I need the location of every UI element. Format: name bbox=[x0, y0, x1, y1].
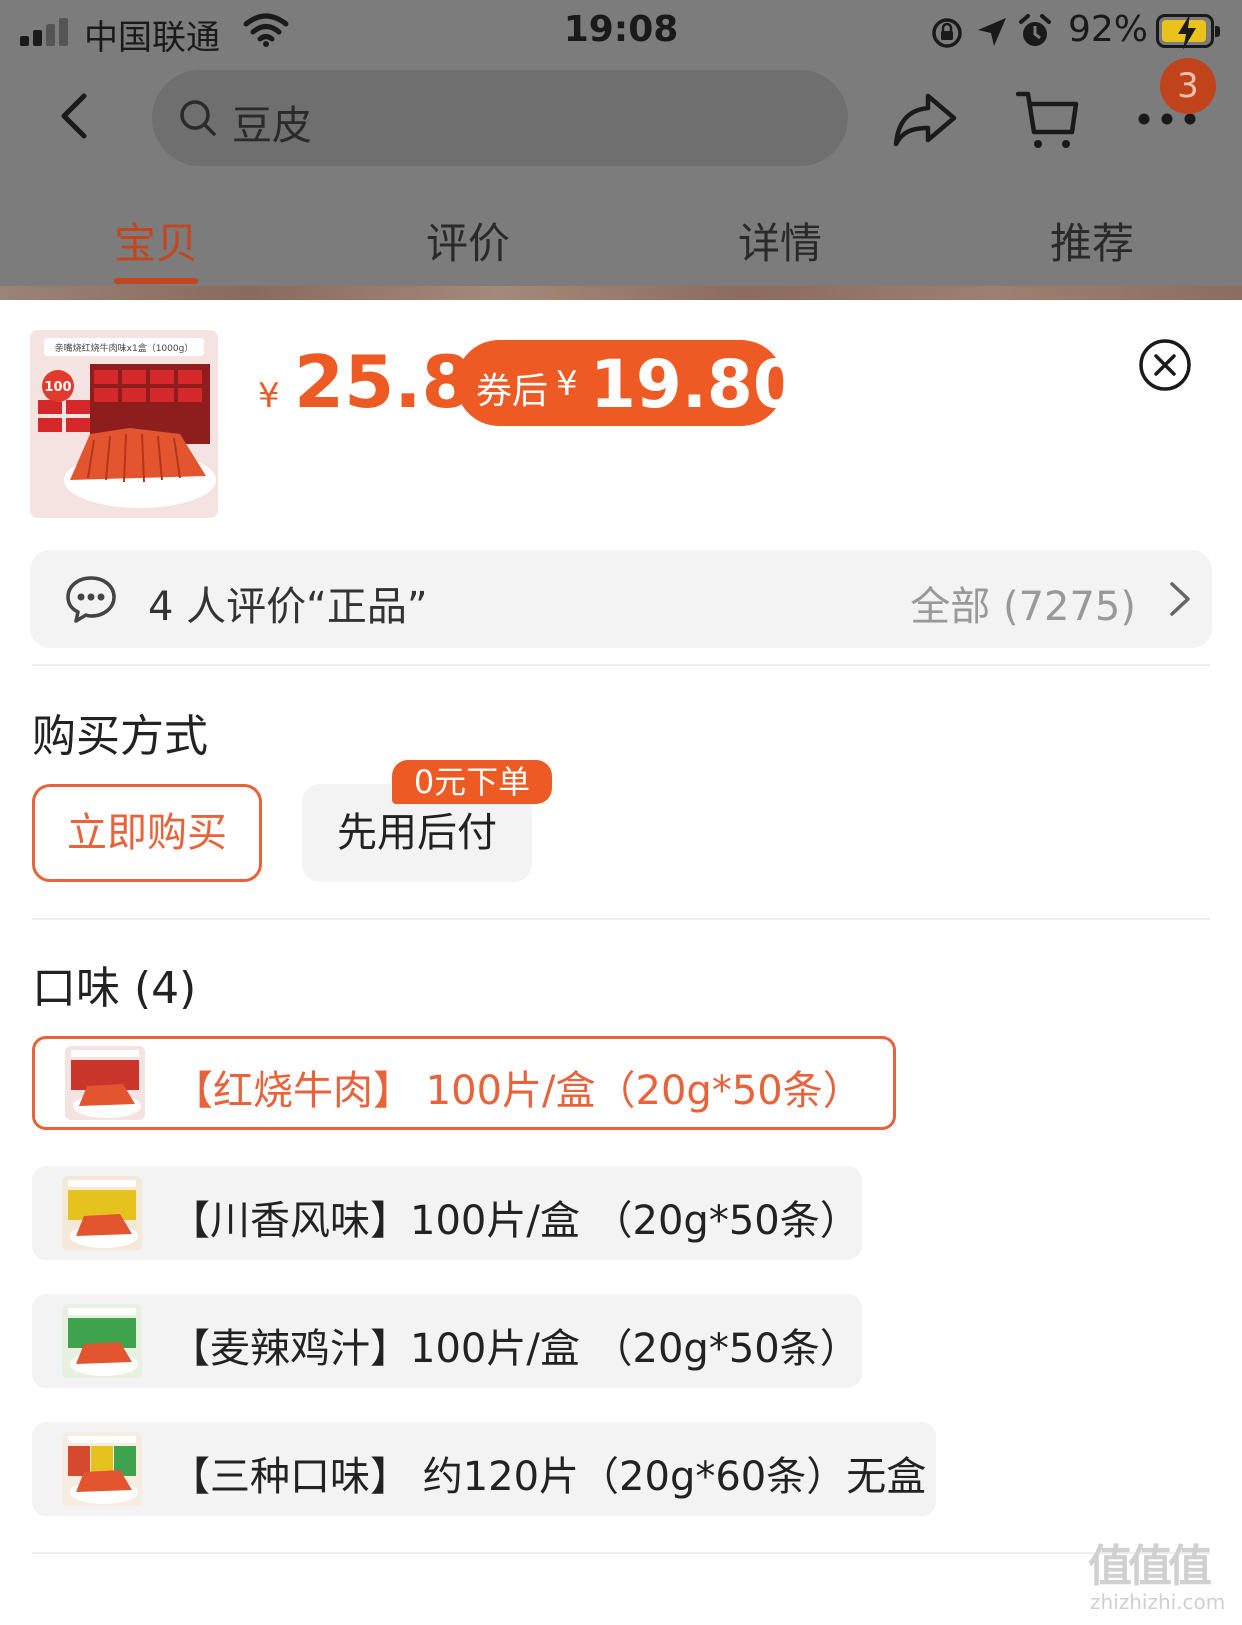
tab-baobei[interactable]: 宝贝 bbox=[76, 210, 236, 271]
flavor-thumbnail bbox=[62, 1176, 142, 1250]
currency-symbol: ¥ bbox=[258, 376, 280, 416]
svg-text:亲嘴烧红烧牛肉味x1盒（1000g）: 亲嘴烧红烧牛肉味x1盒（1000g） bbox=[55, 342, 194, 354]
search-query: 豆皮 bbox=[232, 103, 312, 149]
flavor-option[interactable]: 【三种口味】 约120片（20g*60条）无盒 bbox=[32, 1422, 936, 1516]
search-input[interactable]: 豆皮 bbox=[152, 70, 848, 166]
rotation-lock-icon bbox=[932, 18, 962, 48]
watermark-logo: 值值值 bbox=[1088, 1541, 1212, 1592]
flavor-option[interactable]: 【川香风味】100片/盒 （20g*50条） bbox=[32, 1166, 862, 1260]
coupon-label: 券后 bbox=[476, 371, 549, 412]
flavor-label: 【川香风味】100片/盒 （20g*50条） bbox=[170, 1198, 860, 1244]
flavor-thumbnail bbox=[62, 1432, 142, 1506]
divider bbox=[32, 664, 1210, 666]
flavor-label: 【三种口味】 约120片（20g*60条）无盒 bbox=[170, 1454, 927, 1500]
chat-bubble-icon bbox=[66, 576, 116, 623]
notification-count-badge: 3 bbox=[1160, 58, 1216, 114]
alarm-icon bbox=[1019, 14, 1051, 46]
coupon-price: 19.80 bbox=[590, 346, 799, 423]
flavor-option[interactable]: 【红烧牛肉】 100片/盒（20g*50条） bbox=[32, 1036, 896, 1130]
product-thumbnail[interactable]: 亲嘴烧红烧牛肉味x1盒（1000g） 100 bbox=[30, 330, 218, 518]
tab-reviews[interactable]: 评价 bbox=[388, 210, 548, 271]
flavor-title: 口味 (4) bbox=[32, 963, 197, 1014]
location-icon bbox=[978, 18, 1006, 46]
flavor-label: 【麦辣鸡汁】100片/盒 （20g*50条） bbox=[170, 1326, 860, 1372]
svg-text:100: 100 bbox=[44, 380, 71, 395]
chevron-right-icon bbox=[1170, 582, 1190, 616]
coupon-currency: ¥ bbox=[556, 364, 578, 404]
sku-selection-sheet: 亲嘴烧红烧牛肉味x1盒（1000g） 100 ¥ 25.8 券后 ¥ 19.80 bbox=[0, 300, 1242, 1625]
buy-now-option[interactable]: 立即购买 bbox=[32, 784, 262, 882]
review-highlight-text: 4 人评价“正品” bbox=[148, 584, 428, 630]
flavor-thumbnail bbox=[62, 1304, 142, 1378]
watermark-domain: zhizhizhi.com bbox=[1090, 1590, 1226, 1614]
close-icon[interactable] bbox=[1138, 338, 1192, 392]
review-summary-bar[interactable]: 4 人评价“正品” 全部 (7275) bbox=[30, 550, 1212, 648]
flavor-thumbnail bbox=[65, 1046, 145, 1120]
flavor-label: 【红烧牛肉】 100片/盒（20g*50条） bbox=[173, 1068, 863, 1114]
share-icon[interactable] bbox=[892, 90, 958, 148]
divider bbox=[32, 918, 1210, 920]
all-reviews-link[interactable]: 全部 (7275) bbox=[910, 574, 1136, 632]
flavor-option[interactable]: 【麦辣鸡汁】100片/盒 （20g*50条） bbox=[32, 1294, 862, 1388]
status-bar: 中国联通 19:08 92% bbox=[0, 0, 1242, 64]
tab-recommend[interactable]: 推荐 bbox=[1012, 210, 1172, 271]
tab-details[interactable]: 详情 bbox=[700, 210, 860, 271]
product-image: 亲嘴烧红烧牛肉味x1盒（1000g） 100 bbox=[30, 330, 218, 518]
zero-down-badge: 0元下单 bbox=[392, 760, 552, 804]
divider bbox=[32, 1552, 1210, 1554]
search-icon bbox=[180, 100, 216, 136]
nav-bar: 豆皮 3 bbox=[0, 58, 1242, 174]
purchase-method-title: 购买方式 bbox=[32, 711, 208, 762]
back-icon[interactable] bbox=[48, 86, 108, 146]
tab-bar: 宝贝 评价 详情 推荐 bbox=[0, 210, 1242, 286]
coupon-price-badge: 券后 ¥ 19.80 bbox=[456, 340, 799, 426]
dimmed-header-overlay: 中国联通 19:08 92% 豆皮 3 宝贝 评价 详情 推荐 bbox=[0, 0, 1242, 300]
background-image-strip bbox=[0, 286, 1242, 300]
battery-icon bbox=[1156, 14, 1220, 50]
site-watermark: 值值值 zhizhizhi.com bbox=[1088, 1530, 1234, 1622]
product-price: 25.8 bbox=[294, 340, 472, 424]
status-time: 19:08 bbox=[563, 9, 679, 50]
active-tab-indicator bbox=[114, 278, 198, 284]
battery-percent: 92% bbox=[1068, 9, 1149, 50]
cart-icon[interactable] bbox=[1016, 90, 1080, 150]
